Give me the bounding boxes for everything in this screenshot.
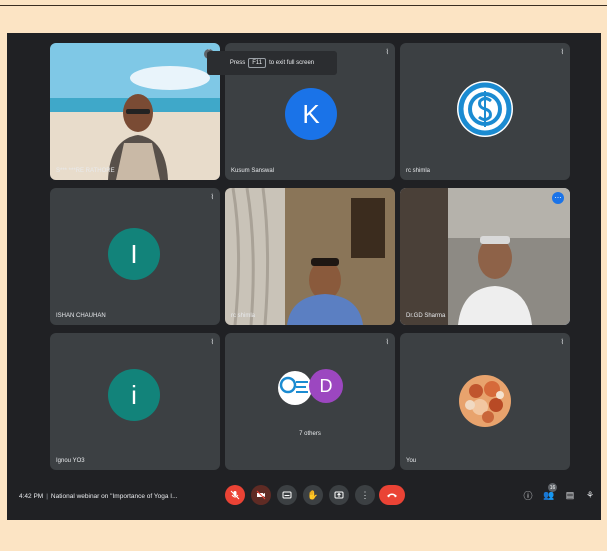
hand-icon: ✋	[307, 489, 319, 500]
participant-logo	[457, 81, 513, 137]
participant-tile-1[interactable]: ⋮ S*** ***RE RATHORE	[50, 43, 220, 180]
toast-prefix: Press	[229, 60, 246, 66]
mic-off-icon: ⌇	[560, 49, 564, 56]
more-options-icon[interactable]: ⋯	[552, 192, 564, 204]
info-button[interactable]: ⓘ	[521, 487, 535, 503]
toast-key: F11	[248, 58, 267, 68]
control-bar: 4:42 PM | National webinar on "Importance …	[7, 479, 601, 519]
meeting-separator: |	[46, 493, 48, 500]
camera-toggle-button[interactable]	[251, 485, 271, 505]
top-divider	[0, 5, 607, 6]
participant-name: Kusum Sanswal	[231, 168, 275, 174]
present-button[interactable]	[329, 485, 349, 505]
toast-suffix: to exit full screen	[269, 60, 315, 66]
participant-tile-3[interactable]: ⌇ rc shimla	[400, 43, 570, 180]
end-call-icon	[387, 493, 397, 498]
mic-toggle-button[interactable]	[225, 485, 245, 505]
captions-button[interactable]	[277, 485, 297, 505]
meeting-time: 4:42 PM	[19, 493, 44, 500]
participant-tile-6[interactable]: ⋯ Dr.GD Sharma	[400, 188, 570, 325]
participant-tile-7[interactable]: i ⌇ Ignou YO3	[50, 333, 220, 470]
participant-tile-others[interactable]: D ⌇ 7 others	[225, 333, 395, 470]
participant-tile-self[interactable]: ⌇ You	[400, 333, 570, 470]
mic-off-icon: ⌇	[210, 339, 214, 346]
meet-window: ⋮ S*** ***RE RATHORE K ⌇ Kusum Sanswal ⌇…	[7, 33, 601, 520]
present-icon	[334, 491, 344, 499]
meeting-details: 4:42 PM | National webinar on "Importance …	[19, 493, 178, 500]
meeting-title: National webinar on "Importance of Yoga …	[50, 493, 178, 500]
more-vert-icon: ⋮	[360, 489, 370, 500]
participant-tile-4[interactable]: I ⌇ ISHAN CHAUHAN	[50, 188, 220, 325]
camera-off-icon	[256, 490, 266, 500]
participant-video	[50, 43, 220, 180]
self-avatar-photo	[459, 375, 511, 427]
participant-name: rc shimla	[406, 168, 431, 174]
participant-video	[225, 188, 395, 325]
participant-name: S*** ***RE RATHORE	[56, 168, 115, 174]
others-label: 7 others	[299, 431, 321, 437]
chat-icon: ▤	[565, 489, 575, 500]
fullscreen-toast: Press F11 to exit full screen	[207, 51, 337, 75]
captions-icon	[282, 491, 292, 499]
participant-avatar: K	[285, 88, 337, 140]
end-call-button[interactable]	[379, 485, 405, 505]
raise-hand-button[interactable]: ✋	[303, 485, 323, 505]
more-options-button[interactable]: ⋮	[355, 485, 375, 505]
participant-video	[400, 188, 570, 325]
others-logo-avatar	[278, 371, 312, 405]
mic-off-icon: ⌇	[385, 49, 389, 56]
mic-off-icon	[230, 490, 240, 500]
participant-name: rc shimla	[231, 313, 256, 319]
mic-off-icon: ⌇	[385, 339, 389, 346]
mic-off-icon: ⌇	[560, 339, 564, 346]
activities-icon: ⚘	[585, 489, 595, 500]
participant-name: ISHAN CHAUHAN	[56, 313, 106, 319]
participant-tile-5[interactable]: rc shimla	[225, 188, 395, 325]
participant-name: You	[406, 458, 417, 464]
chat-button[interactable]: ▤	[563, 487, 577, 503]
mic-off-icon: ⌇	[210, 194, 214, 201]
info-icon: ⓘ	[523, 490, 533, 501]
participant-name: Ignou YO3	[56, 458, 85, 464]
people-button[interactable]: 👥 16	[542, 483, 557, 503]
participant-avatar: D	[309, 369, 343, 403]
participant-count-badge: 16	[548, 483, 557, 492]
participant-avatar: I	[108, 228, 160, 280]
participant-name: Dr.GD Sharma	[406, 313, 446, 319]
activities-button[interactable]: ⚘	[583, 487, 597, 503]
participant-avatar: i	[108, 369, 160, 421]
